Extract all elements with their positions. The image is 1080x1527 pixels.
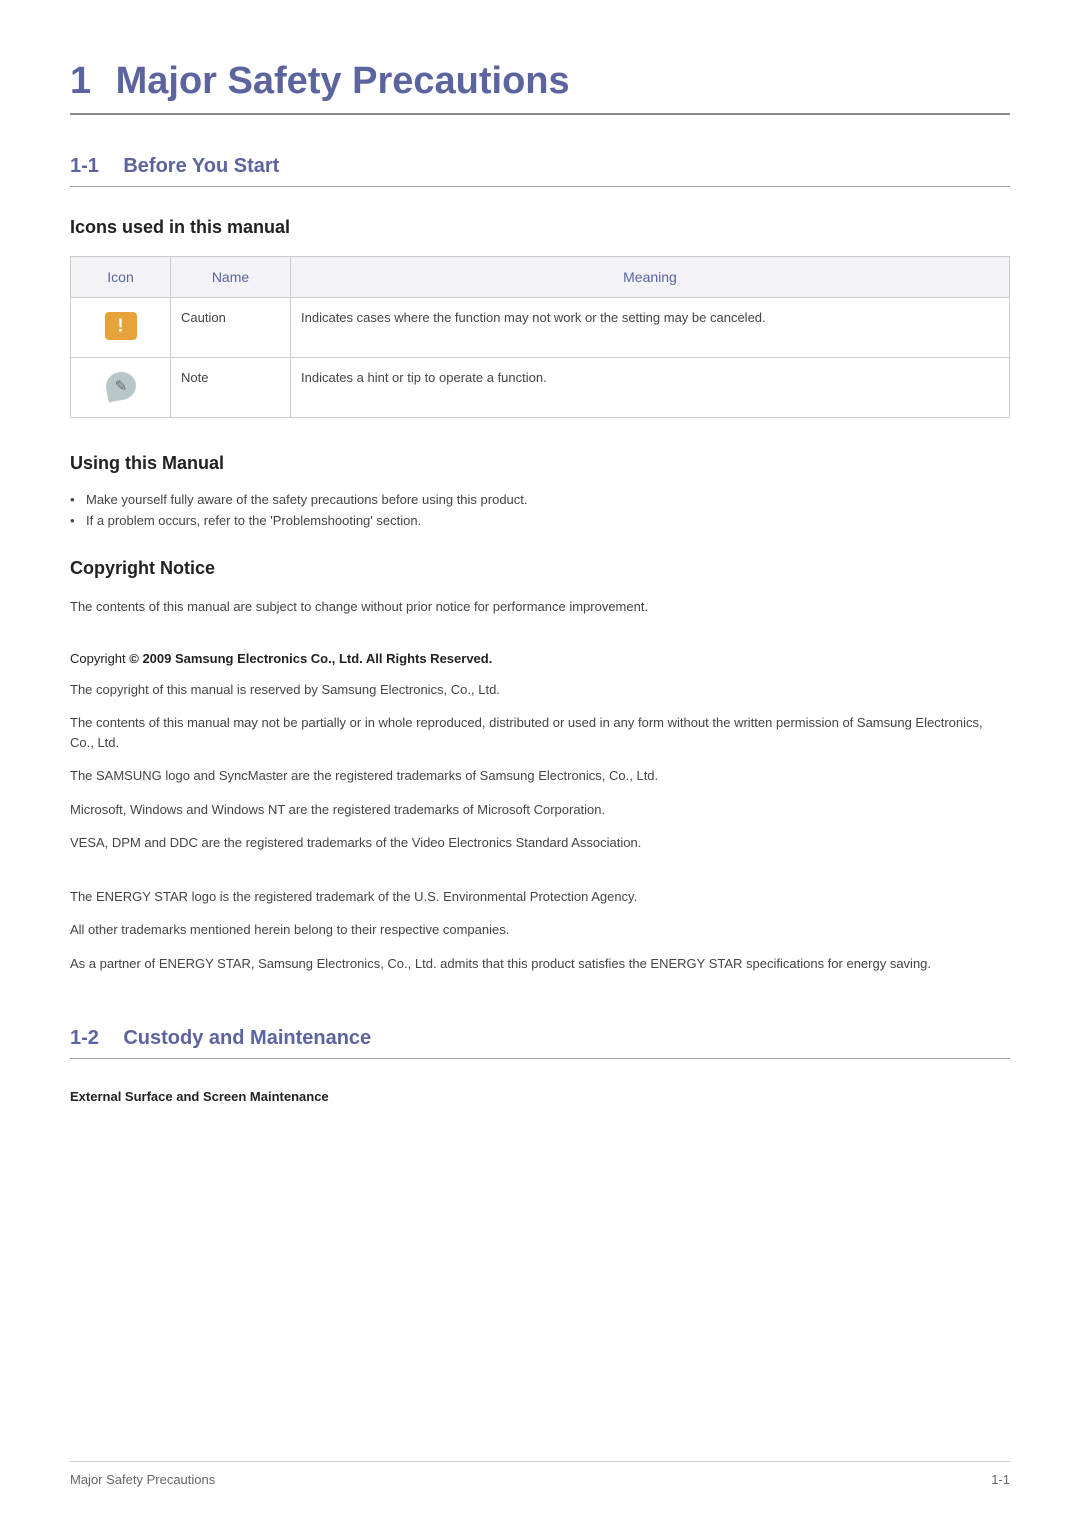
th-meaning: Meaning bbox=[291, 257, 1010, 298]
th-icon: Icon bbox=[71, 257, 171, 298]
list-item: Make yourself fully aware of the safety … bbox=[70, 492, 1010, 507]
chapter-number: 1 bbox=[70, 60, 91, 102]
footer-left: Major Safety Precautions bbox=[70, 1472, 215, 1487]
table-row: Note Indicates a hint or tip to operate … bbox=[71, 358, 1010, 418]
copyright-p2: The copyright of this manual is reserved… bbox=[70, 680, 1010, 700]
icons-table: Icon Name Meaning Caution Indicates case… bbox=[70, 256, 1010, 418]
section-number: 1-1 bbox=[70, 155, 99, 177]
footer-right: 1-1 bbox=[991, 1472, 1010, 1487]
copyright-heading: Copyright Notice bbox=[70, 558, 1010, 579]
copyright-p8: All other trademarks mentioned herein be… bbox=[70, 920, 1010, 940]
list-item: If a problem occurs, refer to the 'Probl… bbox=[70, 513, 1010, 528]
chapter-name: Major Safety Precautions bbox=[116, 60, 570, 102]
copyright-line: Copyright © 2009 Samsung Electronics Co.… bbox=[70, 651, 1010, 666]
external-surface-heading: External Surface and Screen Maintenance bbox=[70, 1089, 1010, 1104]
copyright-bold: © 2009 Samsung Electronics Co., Ltd. All… bbox=[129, 651, 492, 666]
using-manual-heading: Using this Manual bbox=[70, 453, 1010, 474]
copyright-prefix: Copyright bbox=[70, 651, 129, 666]
section-name: Custody and Maintenance bbox=[123, 1027, 371, 1049]
copyright-p3: The contents of this manual may not be p… bbox=[70, 713, 1010, 752]
copyright-p4: The SAMSUNG logo and SyncMaster are the … bbox=[70, 766, 1010, 786]
row-name: Caution bbox=[171, 298, 291, 358]
note-icon-cell bbox=[71, 358, 171, 418]
row-meaning: Indicates a hint or tip to operate a fun… bbox=[291, 358, 1010, 418]
copyright-p5: Microsoft, Windows and Windows NT are th… bbox=[70, 800, 1010, 820]
using-manual-list: Make yourself fully aware of the safety … bbox=[70, 492, 1010, 528]
section-name: Before You Start bbox=[123, 155, 279, 177]
caution-icon bbox=[105, 312, 137, 340]
section-1-1-title: 1-1 Before You Start bbox=[70, 155, 1010, 187]
copyright-p6: VESA, DPM and DDC are the registered tra… bbox=[70, 833, 1010, 853]
row-name: Note bbox=[171, 358, 291, 418]
copyright-p1: The contents of this manual are subject … bbox=[70, 597, 1010, 617]
chapter-title: 1 Major Safety Precautions bbox=[70, 60, 1010, 115]
icons-heading: Icons used in this manual bbox=[70, 217, 1010, 238]
caution-icon-cell bbox=[71, 298, 171, 358]
row-meaning: Indicates cases where the function may n… bbox=[291, 298, 1010, 358]
page-footer: Major Safety Precautions 1-1 bbox=[70, 1461, 1010, 1487]
copyright-p7: The ENERGY STAR logo is the registered t… bbox=[70, 887, 1010, 907]
th-name: Name bbox=[171, 257, 291, 298]
section-1-2-title: 1-2 Custody and Maintenance bbox=[70, 1027, 1010, 1059]
note-icon bbox=[103, 370, 137, 403]
table-row: Caution Indicates cases where the functi… bbox=[71, 298, 1010, 358]
section-number: 1-2 bbox=[70, 1027, 99, 1049]
copyright-p9: As a partner of ENERGY STAR, Samsung Ele… bbox=[70, 954, 1010, 974]
